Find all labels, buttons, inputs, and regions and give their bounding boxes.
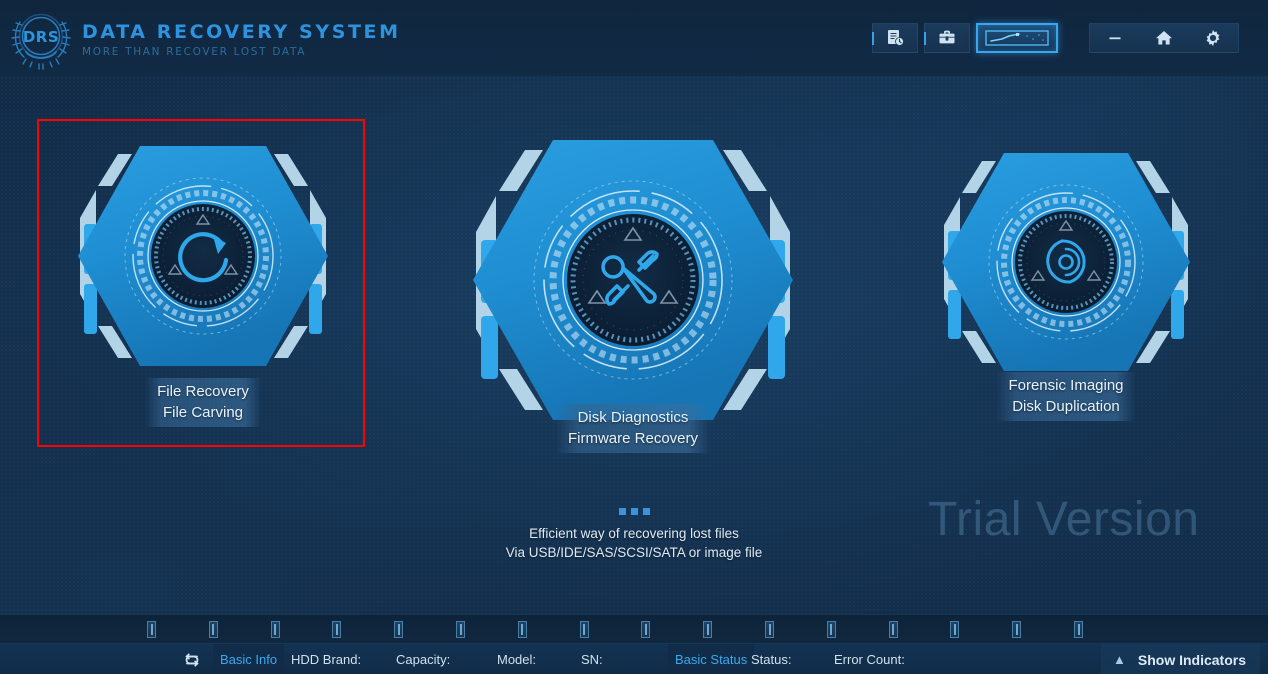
sync-button[interactable] <box>180 648 204 671</box>
drive-slot-icon[interactable] <box>394 621 404 638</box>
hexagon-shape <box>942 153 1190 371</box>
logo-text-block: DATA RECOVERY SYSTEM MORE THAN RECOVER L… <box>82 18 401 61</box>
drive-slot-icon[interactable] <box>1074 621 1083 638</box>
show-indicators-label: Show Indicators <box>1137 651 1246 668</box>
toolbox-icon <box>939 30 955 44</box>
drive-slot-icon[interactable] <box>579 621 589 638</box>
settings-button[interactable] <box>1190 24 1236 52</box>
drive-slot-led <box>274 624 277 635</box>
drive-slot-icon[interactable] <box>208 621 218 638</box>
toolbar-left-group <box>872 23 1058 53</box>
drive-slot-icon[interactable] <box>1012 621 1022 638</box>
module-card-disk-diagnostics[interactable]: Disk Diagnostics Firmware Recovery <box>453 130 813 453</box>
module-label-disk-diagnostics: Disk Diagnostics Firmware Recovery <box>555 404 711 453</box>
drive-slot-led <box>892 624 895 635</box>
sync-loop-icon <box>185 653 199 666</box>
hex-graphic-disk-diagnostics[interactable] <box>453 130 813 430</box>
module-label-line1: Disk Diagnostics <box>577 409 689 426</box>
drive-slot-icon[interactable] <box>332 621 342 638</box>
drive-slot-icon[interactable] <box>456 621 465 638</box>
laurel-wreath-das-logo-icon: DRS <box>11 13 71 70</box>
drive-slot-icon[interactable] <box>270 621 280 638</box>
error-count-field: Error Count: <box>834 652 905 667</box>
app-title: DATA RECOVERY SYSTEM <box>82 20 401 43</box>
caption-dot <box>642 508 650 515</box>
hexagon-shape <box>78 146 328 366</box>
status-field: Status: <box>751 652 792 667</box>
drive-slot-icon[interactable] <box>147 621 156 638</box>
window-controls-group <box>1089 23 1239 53</box>
drive-slot-icon[interactable] <box>765 621 774 638</box>
drive-slot-led <box>1015 624 1018 635</box>
caption-line-2: Via USB/IDE/SAS/SCSI/SATA or image file <box>505 545 763 560</box>
double-chevron-up-icon: ▲ <box>1113 652 1126 667</box>
basic-status-tab[interactable]: Basic Status <box>668 644 755 674</box>
drive-slot-icon[interactable] <box>950 621 960 638</box>
drive-slot-led <box>644 624 647 635</box>
model-field: Model: <box>497 652 537 667</box>
drive-slot-led <box>706 624 709 635</box>
module-label-line1: File Recovery <box>157 383 249 400</box>
module-label-line2: File Carving <box>162 404 244 421</box>
document-clock-icon <box>888 30 904 46</box>
caption-dots <box>0 508 1268 515</box>
minimize-icon <box>1109 37 1121 40</box>
drive-slot-icon[interactable] <box>641 621 651 638</box>
hdd-brand-field: HDD Brand: <box>291 652 362 667</box>
drive-slot-led <box>521 624 524 635</box>
toolbox-button[interactable] <box>924 23 970 53</box>
caption-dot <box>618 508 626 515</box>
app-subtitle: MORE THAN RECOVER LOST DATA <box>82 45 307 58</box>
drive-indicator-bar <box>0 614 1268 643</box>
drive-slot-led <box>830 624 833 635</box>
svg-text:DRS: DRS <box>23 28 59 46</box>
drive-slot-led <box>335 624 338 635</box>
app-header: DRS DATA RECOVERY SYSTEM MORE THAN RECOV… <box>0 0 1268 76</box>
drive-slot-icon[interactable] <box>888 621 898 638</box>
hexagon-shape <box>473 140 793 420</box>
drive-slot-icon[interactable] <box>517 621 527 638</box>
gear-icon <box>1206 29 1220 47</box>
graph-view-button[interactable] <box>976 23 1058 53</box>
drive-slot-led <box>150 624 153 635</box>
hex-graphic-file-recovery[interactable] <box>62 138 344 374</box>
caption-block: Efficient way of recovering lost files V… <box>0 508 1268 562</box>
drive-slot-icon[interactable] <box>703 621 713 638</box>
report-log-button[interactable] <box>872 23 918 53</box>
basic-info-tab[interactable]: Basic Info <box>213 644 285 674</box>
minimize-button[interactable] <box>1092 24 1138 52</box>
module-label-line2: Disk Duplication <box>1012 398 1120 415</box>
app-logo: DRS DATA RECOVERY SYSTEM MORE THAN RECOV… <box>10 8 401 70</box>
module-label-file-recovery: File Recovery File Carving <box>145 378 261 427</box>
status-bar: ▲ Show Indicators Basic Info HDD Brand: Ca… <box>0 643 1268 674</box>
module-label-line1: Forensic Imaging <box>1008 377 1124 394</box>
show-indicators-button[interactable]: ▲ Show Indicators <box>1101 644 1260 674</box>
sn-field: SN: <box>581 652 603 667</box>
module-label-line2: Firmware Recovery <box>567 430 699 447</box>
drive-slot-led <box>768 624 771 635</box>
drive-slot-led <box>583 624 586 635</box>
drive-slot-led <box>397 624 400 635</box>
caption-line-1: Efficient way of recovering lost files <box>529 526 739 541</box>
home-button[interactable] <box>1141 24 1187 52</box>
hex-graphic-forensic-imaging[interactable] <box>926 145 1206 379</box>
drive-slot-led <box>953 624 956 635</box>
module-card-file-recovery[interactable]: File Recovery File Carving <box>62 138 344 427</box>
home-icon <box>1155 31 1172 45</box>
module-card-forensic-imaging[interactable]: Forensic Imaging Disk Duplication <box>926 145 1206 421</box>
module-label-forensic-imaging: Forensic Imaging Disk Duplication <box>996 372 1136 421</box>
caption-dot <box>630 508 638 515</box>
drive-slot-led <box>212 624 215 635</box>
drive-slot-led <box>1077 624 1080 635</box>
capacity-field: Capacity: <box>396 652 451 667</box>
drive-slot-icon[interactable] <box>826 621 836 638</box>
line-chart-icon <box>985 30 1049 46</box>
drive-slot-led <box>459 624 462 635</box>
